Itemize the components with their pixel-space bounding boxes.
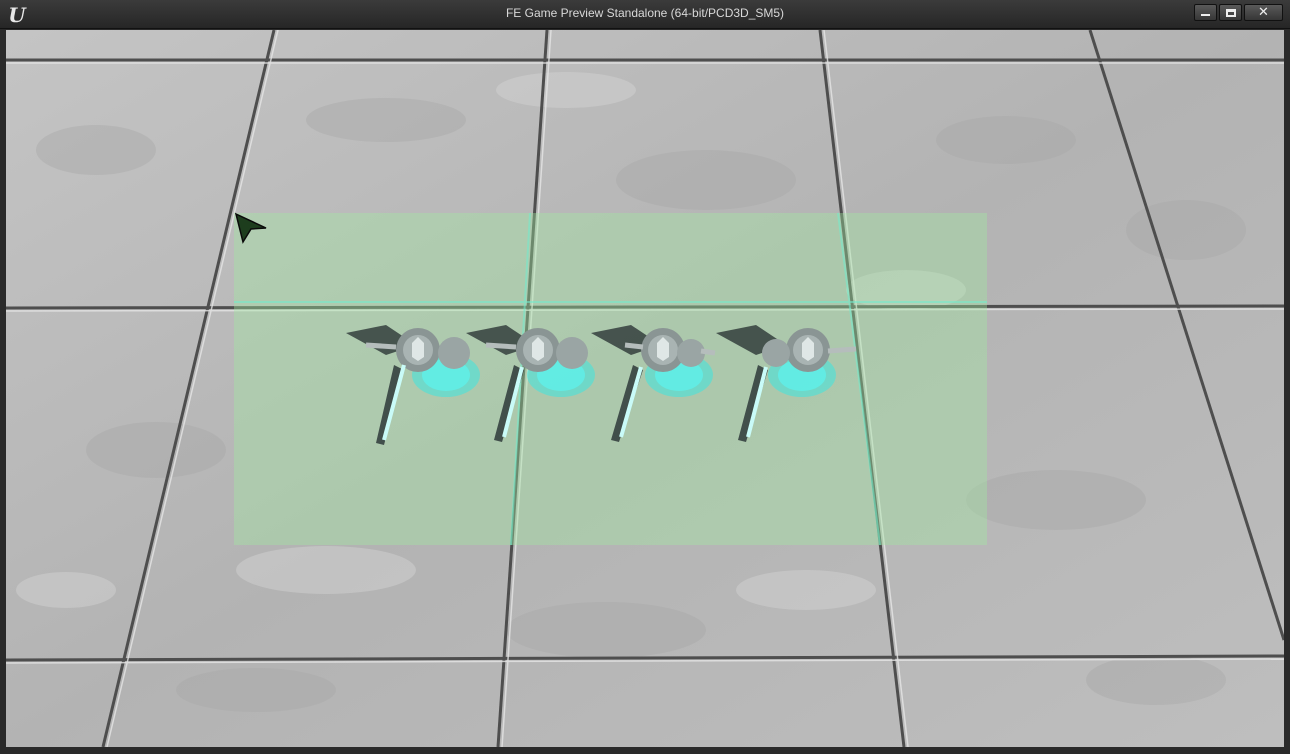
soldier-unit-4[interactable] [716, 315, 866, 450]
title-bar[interactable]: U FE Game Preview Standalone (64-bit/PCD… [0, 0, 1290, 29]
maximize-icon [1225, 8, 1236, 17]
minimize-button[interactable] [1194, 4, 1217, 21]
minimize-icon [1201, 14, 1210, 16]
soldier-unit-2[interactable] [466, 315, 606, 450]
maximize-button[interactable] [1219, 4, 1242, 21]
game-viewport[interactable] [6, 30, 1284, 747]
game-window: U FE Game Preview Standalone (64-bit/PCD… [0, 0, 1290, 754]
close-button[interactable]: ✕ [1244, 4, 1283, 21]
arrow-cursor-icon [234, 212, 267, 244]
window-title: FE Game Preview Standalone (64-bit/PCD3D… [505, 6, 785, 20]
soldier-unit-3[interactable] [591, 315, 731, 450]
close-icon: ✕ [1258, 5, 1269, 20]
soldier-unit-1[interactable] [346, 315, 486, 450]
